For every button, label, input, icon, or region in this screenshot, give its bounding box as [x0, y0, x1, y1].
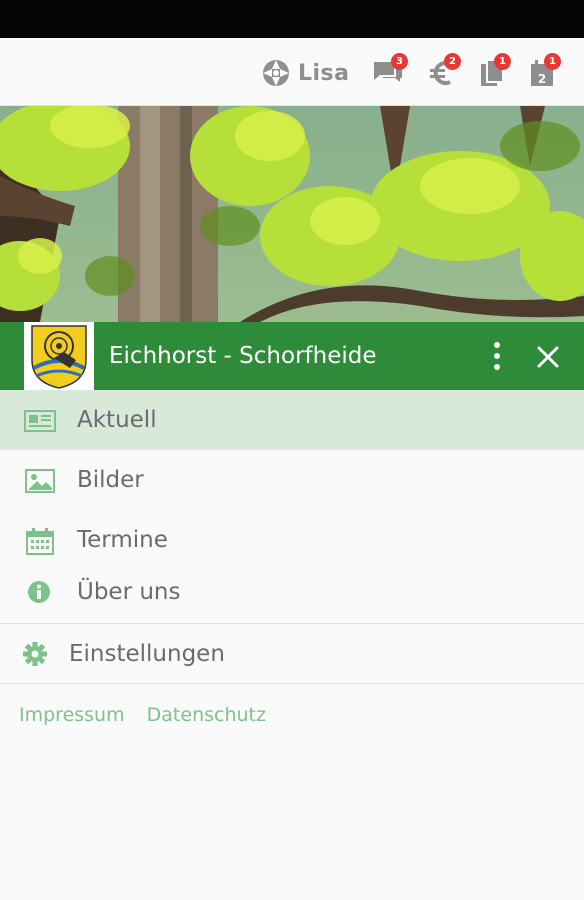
documents-button[interactable]: 1 — [478, 53, 518, 92]
drawer-header: Eichhorst - Schorfheide — [0, 322, 584, 390]
drawer-title: Eichhorst - Schorfheide — [109, 343, 377, 369]
svg-text:2: 2 — [538, 72, 546, 86]
gear-icon — [23, 642, 47, 666]
brand[interactable]: Lisa — [261, 58, 350, 88]
impressum-link[interactable]: Impressum — [19, 704, 125, 726]
image-icon — [25, 469, 55, 493]
coat-of-arms-icon — [24, 322, 94, 390]
info-icon — [28, 581, 50, 603]
messages-button[interactable]: 3 — [372, 53, 412, 92]
more-options-button[interactable] — [484, 340, 510, 372]
newspaper-icon — [24, 410, 56, 432]
datenschutz-link[interactable]: Datenschutz — [147, 704, 266, 726]
footer-links: Impressum Datenschutz — [19, 704, 282, 726]
calendar-icon — [26, 528, 54, 555]
close-button[interactable] — [534, 344, 562, 370]
menu-label: Einstellungen — [69, 641, 225, 667]
messages-badge: 3 — [391, 53, 408, 70]
menu-item-aktuell[interactable]: Aktuell — [0, 390, 584, 450]
header-image — [0, 106, 584, 322]
top-bar: Lisa 3 2 1 2 1 — [0, 38, 584, 106]
divider — [0, 683, 584, 684]
menu-label: Über uns — [77, 579, 181, 605]
close-icon — [537, 346, 559, 368]
menu-label: Aktuell — [77, 407, 157, 433]
calendar-button[interactable]: 2 1 — [528, 53, 568, 92]
calendar-badge: 1 — [544, 53, 561, 70]
menu-item-bilder[interactable]: Bilder — [0, 450, 584, 510]
payments-button[interactable]: 2 — [428, 53, 468, 92]
status-bar — [0, 0, 584, 38]
brand-name: Lisa — [298, 60, 350, 86]
menu-item-einstellungen[interactable]: Einstellungen — [0, 624, 584, 684]
lisa-logo-icon — [263, 60, 289, 86]
menu-item-ueber-uns[interactable]: Über uns — [0, 566, 584, 620]
menu-item-termine[interactable]: Termine — [0, 510, 584, 570]
more-vertical-icon — [494, 342, 500, 370]
menu-label: Bilder — [77, 467, 144, 493]
documents-badge: 1 — [494, 53, 511, 70]
menu-label: Termine — [77, 527, 168, 553]
payments-badge: 2 — [444, 53, 461, 70]
